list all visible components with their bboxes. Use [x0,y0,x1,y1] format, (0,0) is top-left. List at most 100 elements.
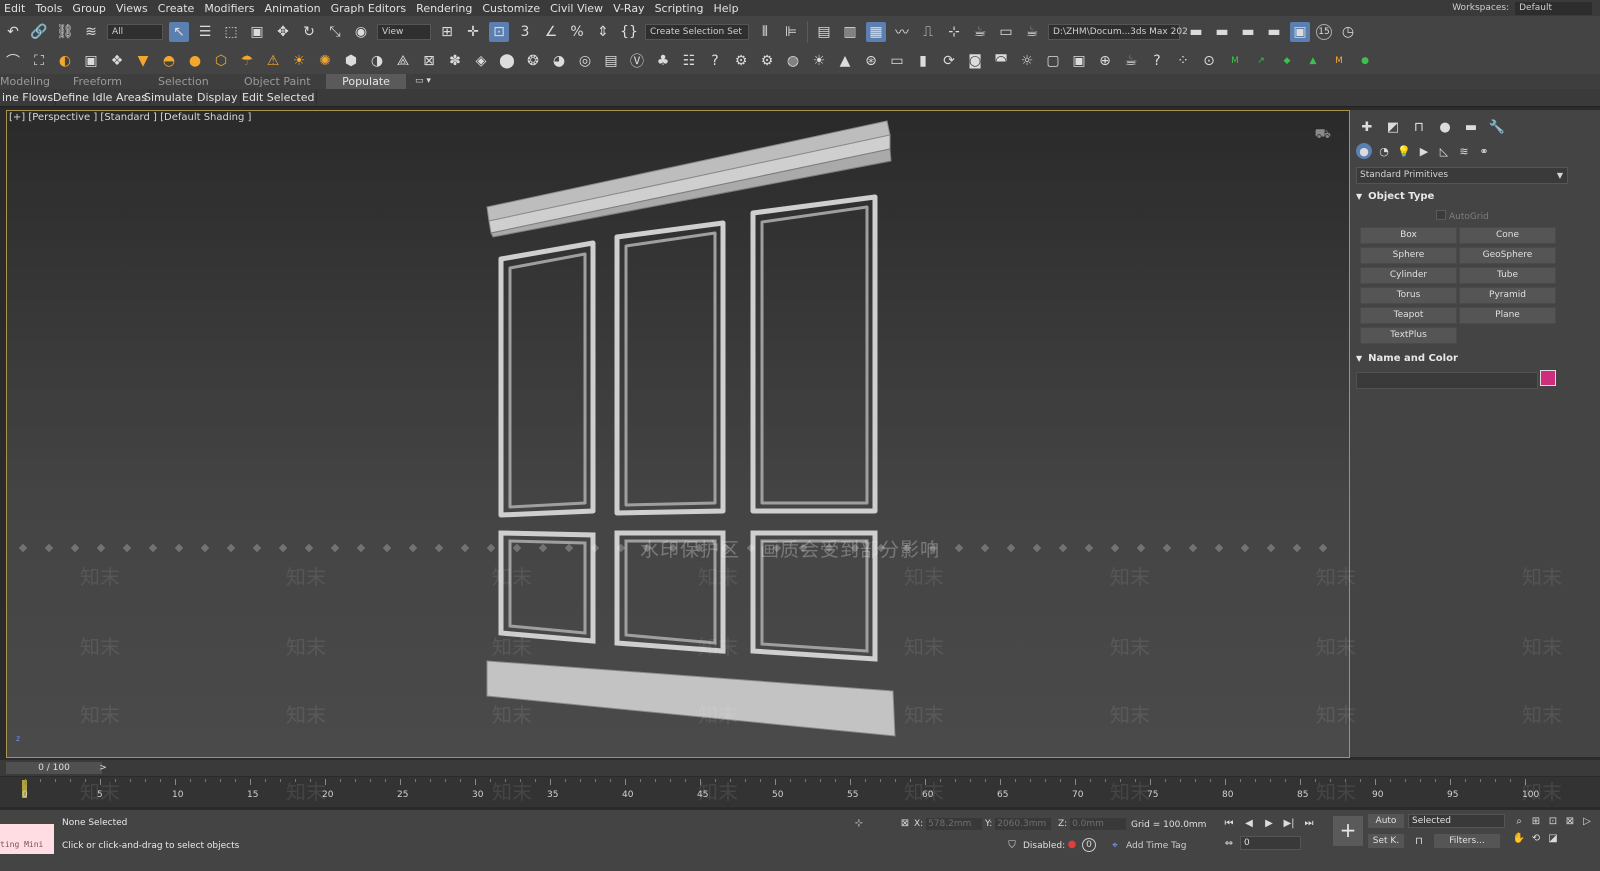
shapes-icon[interactable]: ◔ [1376,143,1392,159]
menu-modifiers[interactable]: Modifiers [200,2,260,15]
material-ball-icon[interactable]: ⬤ [497,51,517,71]
ribbon-btn-edit-selected[interactable]: Edit Selected [240,90,318,105]
adaptive-degradation-icon[interactable]: ⛉ [1005,838,1019,852]
tab-freeform[interactable]: Freeform [73,74,122,89]
menu-scripting[interactable]: Scripting [651,2,710,15]
ribbon-toggle-icon[interactable]: ▦ [866,21,886,42]
project-icon-4[interactable]: ▬ [1264,22,1284,42]
play-icon[interactable]: ▶ [1262,816,1276,830]
go-to-start-icon[interactable]: ⏮ [1222,816,1236,830]
rect-selection-icon[interactable]: ⬚ [221,22,241,42]
keyboard-shortcut-icon[interactable]: ⊡ [489,21,509,42]
motion-tab-icon[interactable]: ● [1436,118,1454,136]
align-icon[interactable]: ⊫ [781,22,801,42]
absolute-mode-icon[interactable]: ⊠ [898,816,912,830]
upper-wall-panels[interactable] [498,194,878,518]
menu-edit[interactable]: Edit [0,2,31,15]
undo-icon[interactable]: ↶ [3,22,23,42]
time-tag-icon[interactable]: ⌖ [1108,838,1122,852]
record-dot-icon[interactable]: ● [1066,838,1078,850]
green-tool-icon-2[interactable]: ↗ [1251,51,1271,71]
gallery-icon[interactable]: ❖ [107,51,127,71]
lights-icon[interactable]: 💡 [1396,143,1412,159]
plugin-icon-5[interactable]: ▲ [835,51,855,71]
project-icon-2[interactable]: ▬ [1212,22,1232,42]
selection-filter-dropdown[interactable]: All [107,23,163,40]
plugin-icon-11[interactable]: ◚ [991,51,1011,71]
object-color-swatch[interactable] [1540,370,1556,386]
plugin-icon-16[interactable]: ☕ [1121,51,1141,71]
workspace-dropdown[interactable]: Default [1515,1,1592,15]
plane-icon[interactable]: ⟁ [393,51,413,71]
set-key-button[interactable]: Set K. [1368,834,1404,848]
key-filters-button[interactable]: Filters... [1434,834,1500,848]
plane-button[interactable]: Plane [1459,307,1556,324]
display-tab-icon[interactable]: ▬ [1462,118,1480,136]
scale-icon[interactable]: ⤡ [325,22,345,42]
box-button[interactable]: Box [1360,227,1457,244]
schematic-view-icon[interactable]: ⎍ [918,22,938,42]
create-tab-icon[interactable]: ✚ [1358,118,1376,136]
geometry-icon[interactable]: ● [1356,143,1372,159]
viewport-camera-icon[interactable]: ⛟ [1315,127,1331,144]
frame-buffer-icon[interactable]: ▤ [601,51,621,71]
add-time-tag[interactable]: Add Time Tag [1126,841,1186,851]
geosphere-button[interactable]: GeoSphere [1459,247,1556,264]
coord-y-field[interactable]: 2060.3mm [995,818,1052,830]
maximize-viewport-icon[interactable]: ◪ [1546,831,1560,845]
lower-wall-panels[interactable] [498,530,878,662]
perspective-viewport[interactable]: [+] [Perspective ] [Standard ] [Default … [6,110,1350,758]
plugin-icon-8[interactable]: ▮ [913,51,933,71]
time-slider[interactable]: 0 / 100 > [0,760,1600,776]
key-tangent-icon[interactable]: ⊓ [1412,834,1426,848]
plugin-help-icon[interactable]: ? [1147,51,1167,71]
curve-editor-icon[interactable]: 〰 [892,22,912,42]
material-icon-2[interactable]: ❂ [523,51,543,71]
object-icon[interactable]: ◈ [471,51,491,71]
menu-tools[interactable]: Tools [31,2,68,15]
sun-icon[interactable]: ☀ [289,51,309,71]
plugin-icon-1[interactable]: ⚙ [731,51,751,71]
reference-coord-dropdown[interactable]: View [377,23,431,40]
name-and-color-rollout[interactable]: ▼ Name and Color [1356,352,1568,366]
place-icon[interactable]: ◉ [351,22,371,42]
textplus-button[interactable]: TextPlus [1360,327,1457,344]
menu-views[interactable]: Views [112,2,154,15]
material-icon-3[interactable]: ◕ [549,51,569,71]
menu-customize[interactable]: Customize [478,2,546,15]
object-name-field[interactable] [1356,372,1538,389]
help-icon[interactable]: ? [705,51,725,71]
layer-explorer-icon[interactable]: ▥ [840,22,860,42]
move-icon[interactable]: ✥ [273,22,293,42]
set-key-plus-icon[interactable]: + [1333,816,1363,846]
coord-z-field[interactable]: 0.0mm [1070,818,1127,830]
proxy-icon[interactable]: ⬢ [341,51,361,71]
coord-x-field[interactable]: 578.2mm [926,818,983,830]
rotate-icon[interactable]: ↻ [299,22,319,42]
plugin-icon-2[interactable]: ⚙ [757,51,777,71]
plugin-icon-15[interactable]: ⊕ [1095,51,1115,71]
lock-selection-icon[interactable]: ⊹ [852,816,866,830]
menu-animation[interactable]: Animation [261,2,327,15]
list-icon[interactable]: ☷ [679,51,699,71]
green-tool-icon-3[interactable]: ◆ [1277,51,1297,71]
project-folder-dropdown[interactable]: D:\ZHM\Docum...3ds Max 202 [1048,23,1188,40]
material-icon-4[interactable]: ◎ [575,51,595,71]
material-editor-icon[interactable]: ⊹ [944,22,964,42]
cylinder-button[interactable]: Cylinder [1360,267,1457,284]
omni-light-icon[interactable]: ⚠ [263,51,283,71]
percent-snap-icon[interactable]: % [567,22,587,42]
project-icon-3[interactable]: ▬ [1238,22,1258,42]
render-setup-icon[interactable]: ☕ [970,22,990,42]
green-tool-icon-1[interactable]: M [1225,51,1245,71]
zoom-extents-all-icon[interactable]: ⊠ [1563,814,1577,828]
snap-center-icon[interactable]: ⊙ [1199,51,1219,71]
select-object-icon[interactable]: ↖ [169,21,189,42]
plugin-icon-12[interactable]: ☼ [1017,51,1037,71]
plugin-icon-6[interactable]: ⊛ [861,51,881,71]
light-icon-1[interactable]: ◐ [55,51,75,71]
sphere-button[interactable]: Sphere [1360,247,1457,264]
crown-moulding[interactable] [486,120,892,238]
snap-points-icon[interactable]: ⁘ [1173,51,1193,71]
vray-icon[interactable]: Ⓥ [627,51,647,71]
